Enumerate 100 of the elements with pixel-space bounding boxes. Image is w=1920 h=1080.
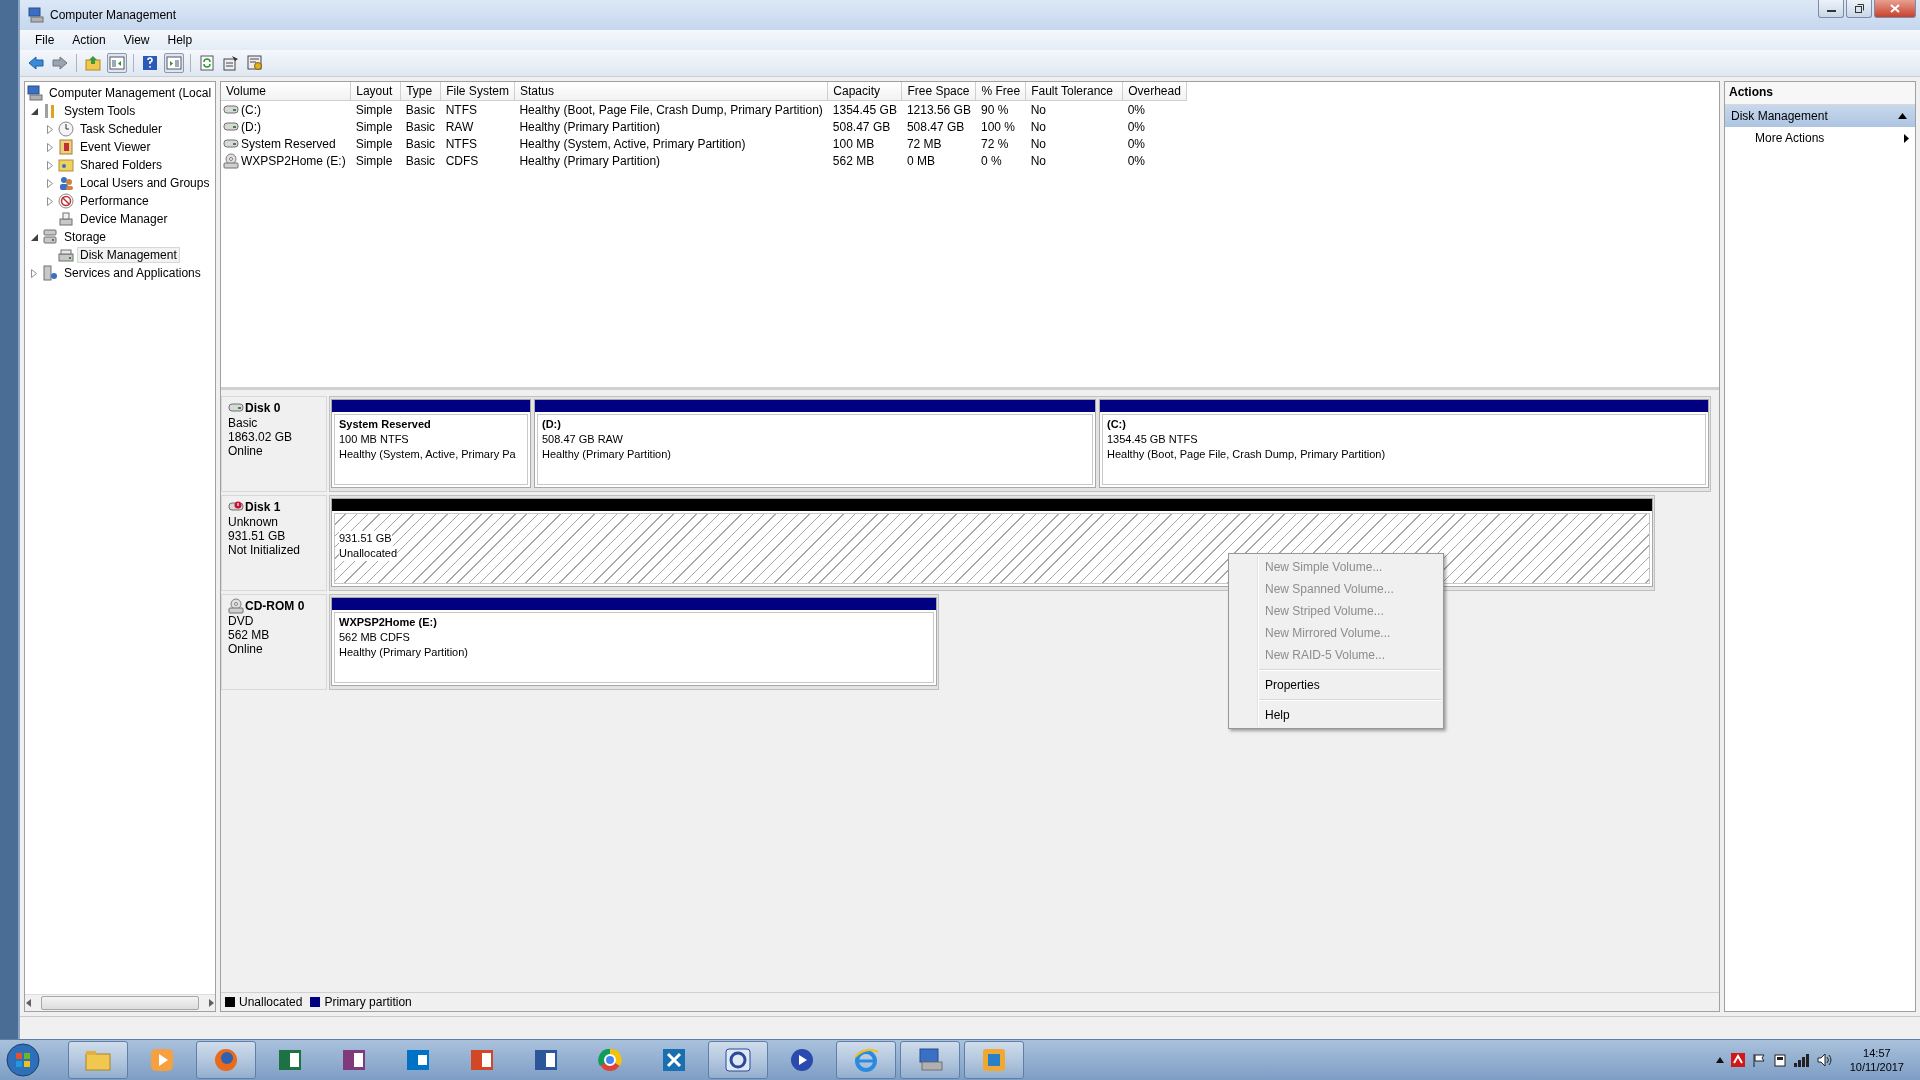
expand-arrow-icon[interactable] xyxy=(47,178,53,188)
disk-info: Not Initialized xyxy=(228,543,302,557)
expand-arrow-icon[interactable] xyxy=(47,124,53,134)
minimize-button[interactable] xyxy=(1818,0,1844,18)
tree-item[interactable]: Computer Management (Local xyxy=(46,85,215,101)
disk-name: Disk 0 xyxy=(245,401,281,415)
column-header[interactable]: Capacity xyxy=(827,82,902,101)
tree-item[interactable]: Performance xyxy=(77,193,152,209)
tree-item[interactable]: Local Users and Groups xyxy=(77,175,213,191)
close-button[interactable] xyxy=(1874,0,1916,18)
back-arrow-icon[interactable] xyxy=(28,55,44,71)
tree-item[interactable]: Disk Management xyxy=(77,247,180,263)
table-cell[interactable]: (D:) xyxy=(241,119,261,134)
column-header[interactable]: % Free xyxy=(975,82,1026,101)
console-settings-icon[interactable] xyxy=(247,55,263,71)
disk-info: DVD xyxy=(228,614,255,628)
column-header[interactable]: Type xyxy=(400,82,441,101)
folder-icon xyxy=(58,157,74,173)
collapse-arrow-icon[interactable] xyxy=(30,233,38,241)
window-title: Computer Management xyxy=(50,8,177,22)
refresh-icon[interactable] xyxy=(199,55,215,71)
menu-item[interactable]: Properties xyxy=(1231,674,1441,696)
table-cell: Basic xyxy=(400,100,441,118)
partition-block[interactable]: (D:) 508.47 GB RAW Healthy (Primary Partition) xyxy=(534,399,1096,488)
speaker-icon[interactable] xyxy=(1816,1053,1833,1067)
collapse-arrow-icon[interactable] xyxy=(30,107,38,115)
scroll-left-icon[interactable] xyxy=(25,999,33,1007)
tree-item[interactable]: Task Scheduler xyxy=(77,121,166,137)
app-window-icon[interactable] xyxy=(980,1046,1008,1074)
device-tray-icon[interactable] xyxy=(1772,1053,1787,1067)
menu-item[interactable]: File xyxy=(26,31,64,49)
tree-item[interactable]: System Tools xyxy=(61,103,139,119)
tree-item[interactable]: Services and Applications xyxy=(61,265,204,281)
menu-item[interactable]: Help xyxy=(1231,704,1441,726)
disk-label-panel[interactable]: Disk 1 Unknown 931.51 GB Not Initialized xyxy=(221,495,327,591)
table-cell[interactable]: (C:) xyxy=(241,102,261,117)
up-folder-icon[interactable] xyxy=(85,55,101,71)
expand-arrow-icon[interactable] xyxy=(47,196,53,206)
column-header[interactable]: Free Space xyxy=(901,82,976,101)
column-header[interactable]: Status xyxy=(514,82,828,101)
table-cell[interactable]: System Reserved xyxy=(241,136,336,151)
table-cell: Simple xyxy=(350,100,401,118)
show-hidden-icons-icon[interactable] xyxy=(1715,1057,1724,1063)
computer-management-icon xyxy=(28,7,44,23)
expand-arrow-icon[interactable] xyxy=(47,160,53,170)
horizontal-scrollbar[interactable] xyxy=(25,994,215,1011)
table-cell-text: Basic xyxy=(404,152,437,169)
properties-icon[interactable] xyxy=(223,55,239,71)
column-header[interactable]: Overhead xyxy=(1122,82,1187,101)
help-icon[interactable] xyxy=(142,55,158,71)
tree-item[interactable]: Storage xyxy=(61,229,110,245)
expand-arrow-icon[interactable] xyxy=(47,142,53,152)
column-header[interactable]: Volume xyxy=(221,82,351,101)
partition-status: Unallocated xyxy=(339,546,398,561)
show-pane-icon[interactable] xyxy=(109,55,125,71)
partition-label: (C:) xyxy=(1107,417,1127,432)
disk-info: Online xyxy=(228,444,264,458)
actions-section-header[interactable]: Disk Management xyxy=(1725,105,1915,127)
table-cell: 0% xyxy=(1122,100,1187,118)
tree-item[interactable]: Shared Folders xyxy=(77,157,166,173)
disk-info: Unknown xyxy=(228,515,280,529)
media-player-icon[interactable] xyxy=(148,1046,176,1074)
disk-label-panel[interactable]: CD-ROM 0 DVD 562 MB Online xyxy=(221,594,327,690)
clock[interactable]: 14:57 10/11/2017 xyxy=(1849,1046,1904,1074)
device-icon xyxy=(58,211,74,227)
submenu-arrow-icon xyxy=(1904,133,1909,143)
forward-arrow-icon[interactable] xyxy=(52,55,68,71)
table-cell-text: 562 MB xyxy=(831,152,876,169)
start-button-icon[interactable] xyxy=(6,1043,40,1077)
column-header[interactable]: Fault Tolerance xyxy=(1025,82,1123,101)
scroll-right-icon[interactable] xyxy=(207,999,215,1007)
column-header[interactable]: Layout xyxy=(350,82,401,101)
expand-arrow-icon[interactable] xyxy=(31,268,37,278)
table-cell[interactable]: WXPSP2Home (E:) xyxy=(241,153,346,168)
table-cell-text: 0% xyxy=(1126,118,1146,135)
web-browser-icon[interactable] xyxy=(596,1046,624,1074)
table-cell-text: No xyxy=(1029,135,1047,152)
users-icon xyxy=(58,175,74,191)
partition-detail: 508.47 GB RAW xyxy=(542,432,624,447)
menu-item[interactable]: Action xyxy=(63,31,115,49)
menu-item[interactable]: Help xyxy=(158,31,202,49)
computer-management-app-icon[interactable] xyxy=(916,1046,944,1074)
player-app-icon[interactable] xyxy=(788,1046,816,1074)
signal-bars-icon[interactable] xyxy=(1793,1053,1810,1067)
action-item[interactable]: More Actions xyxy=(1725,127,1915,149)
restore-button[interactable] xyxy=(1846,0,1872,18)
shield-tray-icon[interactable] xyxy=(1730,1053,1745,1067)
flag-icon[interactable] xyxy=(1751,1053,1766,1067)
collapse-arrow-icon[interactable] xyxy=(1898,113,1907,119)
column-header[interactable]: File System xyxy=(440,82,515,101)
tree-item[interactable]: Event Viewer xyxy=(77,139,154,155)
partition-block[interactable]: WXPSP2Home (E:) 562 MB CDFS Healthy (Primary Partition) xyxy=(331,597,937,686)
disk-label-panel[interactable]: Disk 0 Basic 1863.02 GB Online xyxy=(221,396,327,492)
menu-item[interactable]: View xyxy=(114,31,159,49)
partition-block[interactable]: (C:) 1354.45 GB NTFS Healthy (Boot, Page File, Crash Dump, Primary Partition) xyxy=(1099,399,1709,488)
show-action-pane-icon[interactable] xyxy=(166,55,182,71)
tree-item[interactable]: Device Manager xyxy=(77,211,171,227)
tools-icon[interactable] xyxy=(660,1046,688,1074)
partition-block[interactable]: System Reserved 100 MB NTFS Healthy (System, Active, Primary Pa xyxy=(331,399,531,488)
disk-name: CD-ROM 0 xyxy=(245,599,305,613)
